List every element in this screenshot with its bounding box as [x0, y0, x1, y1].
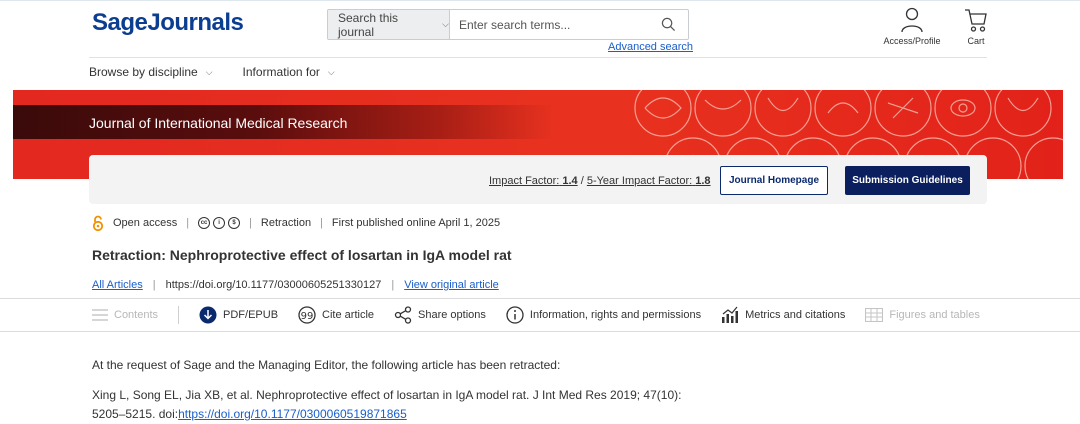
- cc-icon: cc: [198, 217, 211, 229]
- article-title: Retraction: Nephroprotective effect of l…: [92, 247, 512, 263]
- svg-text:99: 99: [301, 311, 314, 322]
- article-toolbar: Contents PDF/EPUB 99 Cite article Share …: [92, 303, 980, 327]
- toolbar-bottom-border: [0, 331, 1080, 332]
- divider: |: [320, 217, 323, 229]
- impact-factor-value: 1.4: [562, 175, 578, 187]
- retraction-intro: At the request of Sage and the Managing …: [92, 358, 561, 372]
- chevron-down-icon: ⌵: [205, 66, 213, 77]
- search-input[interactable]: [450, 10, 648, 39]
- toolbar-top-border: [0, 298, 1080, 299]
- figures-tables-label: Figures and tables: [889, 309, 980, 321]
- impact-factor-text[interactable]: Impact Factor: 1.4 / 5-Year Impact Facto…: [489, 175, 711, 187]
- information-rights-button[interactable]: Information, rights and permissions: [506, 306, 701, 324]
- nav-information-for[interactable]: Information for ⌵: [243, 65, 335, 79]
- search-scope-select[interactable]: Search this journal ⌵: [328, 10, 450, 39]
- open-access-label: Open access: [113, 217, 178, 229]
- nav-item-label: Browse by discipline: [89, 65, 198, 79]
- figures-tables-button[interactable]: Figures and tables: [865, 308, 980, 322]
- divider: |: [152, 279, 156, 291]
- toolbar-divider: [178, 306, 180, 324]
- published-date: First published online April 1, 2025: [331, 217, 501, 229]
- contents-button[interactable]: Contents: [92, 309, 158, 321]
- doi-text[interactable]: https://doi.org/10.1177/0300060525133012…: [166, 279, 382, 291]
- metrics-citations-button[interactable]: Metrics and citations: [721, 306, 845, 324]
- cart-button[interactable]: Cart: [958, 7, 994, 46]
- main-nav: Browse by discipline ⌵ Information for ⌵: [89, 65, 335, 79]
- submission-guidelines-button[interactable]: Submission Guidelines: [845, 166, 970, 195]
- sage-journals-logo[interactable]: SageJournals: [92, 9, 244, 37]
- five-year-label: 5-Year Impact Factor:: [586, 175, 693, 187]
- article-meta: Open access | cc i $ | Retraction | Firs…: [92, 215, 500, 231]
- share-options-button[interactable]: Share options: [394, 306, 486, 324]
- contents-label: Contents: [114, 309, 159, 321]
- search-scope-label: Search this journal: [338, 10, 399, 39]
- access-profile-label: Access/Profile: [883, 36, 941, 46]
- open-access-icon: [92, 215, 104, 231]
- pdf-epub-label: PDF/EPUB: [223, 309, 279, 321]
- impact-factor-label: Impact Factor:: [489, 175, 560, 187]
- journal-name[interactable]: Journal of International Medical Researc…: [89, 115, 347, 131]
- search-bar: Search this journal ⌵: [327, 9, 689, 40]
- quote-icon: 99: [298, 306, 316, 324]
- cart-icon: [965, 9, 987, 32]
- chevron-down-icon: ⌵: [327, 66, 335, 77]
- share-icon: [394, 306, 412, 324]
- search-button[interactable]: [648, 10, 688, 39]
- table-icon: [865, 308, 884, 322]
- all-articles-link[interactable]: All Articles: [92, 279, 143, 291]
- information-rights-label: Information, rights and permissions: [529, 309, 702, 321]
- metrics-citations-label: Metrics and citations: [745, 309, 846, 321]
- divider: |: [249, 217, 252, 229]
- user-icon: [901, 7, 923, 33]
- by-icon: i: [213, 217, 226, 229]
- creative-commons-icons[interactable]: cc i $: [198, 217, 241, 229]
- nc-icon: $: [228, 217, 241, 229]
- header-divider: [89, 57, 987, 58]
- divider: |: [186, 217, 190, 229]
- search-icon: [661, 17, 675, 32]
- nav-item-label: Information for: [242, 65, 320, 79]
- share-options-label: Share options: [418, 309, 486, 321]
- cite-article-label: Cite article: [322, 309, 375, 321]
- info-icon: [506, 306, 524, 324]
- chevron-down-icon: ⌵: [442, 19, 449, 29]
- five-year-value: 1.8: [695, 175, 711, 187]
- metrics-icon: [722, 306, 739, 323]
- article-type: Retraction: [260, 217, 312, 229]
- citation-doi-link[interactable]: https://doi.org/10.1177/0300060519871865: [178, 407, 407, 421]
- view-original-article-link[interactable]: View original article: [404, 279, 499, 291]
- logo-sage: Sage: [92, 9, 148, 36]
- retraction-citation: Xing L, Song EL, Jia XB, et al. Nephropr…: [92, 386, 692, 424]
- nav-browse-by-discipline[interactable]: Browse by discipline ⌵: [89, 65, 213, 79]
- pdf-epub-button[interactable]: PDF/EPUB: [199, 306, 278, 324]
- access-profile-button[interactable]: Access/Profile: [880, 7, 944, 46]
- advanced-search-link[interactable]: Advanced search: [608, 41, 693, 53]
- cite-article-button[interactable]: 99 Cite article: [298, 306, 374, 324]
- cart-label: Cart: [967, 36, 985, 46]
- article-links: All Articles | https://doi.org/10.1177/0…: [92, 279, 499, 291]
- menu-icon: [92, 309, 108, 321]
- logo-journals: Journals: [147, 9, 244, 36]
- divider: |: [391, 279, 395, 291]
- download-icon: [199, 306, 217, 324]
- journal-homepage-button[interactable]: Journal Homepage: [720, 166, 828, 195]
- top-border: [0, 0, 1080, 1]
